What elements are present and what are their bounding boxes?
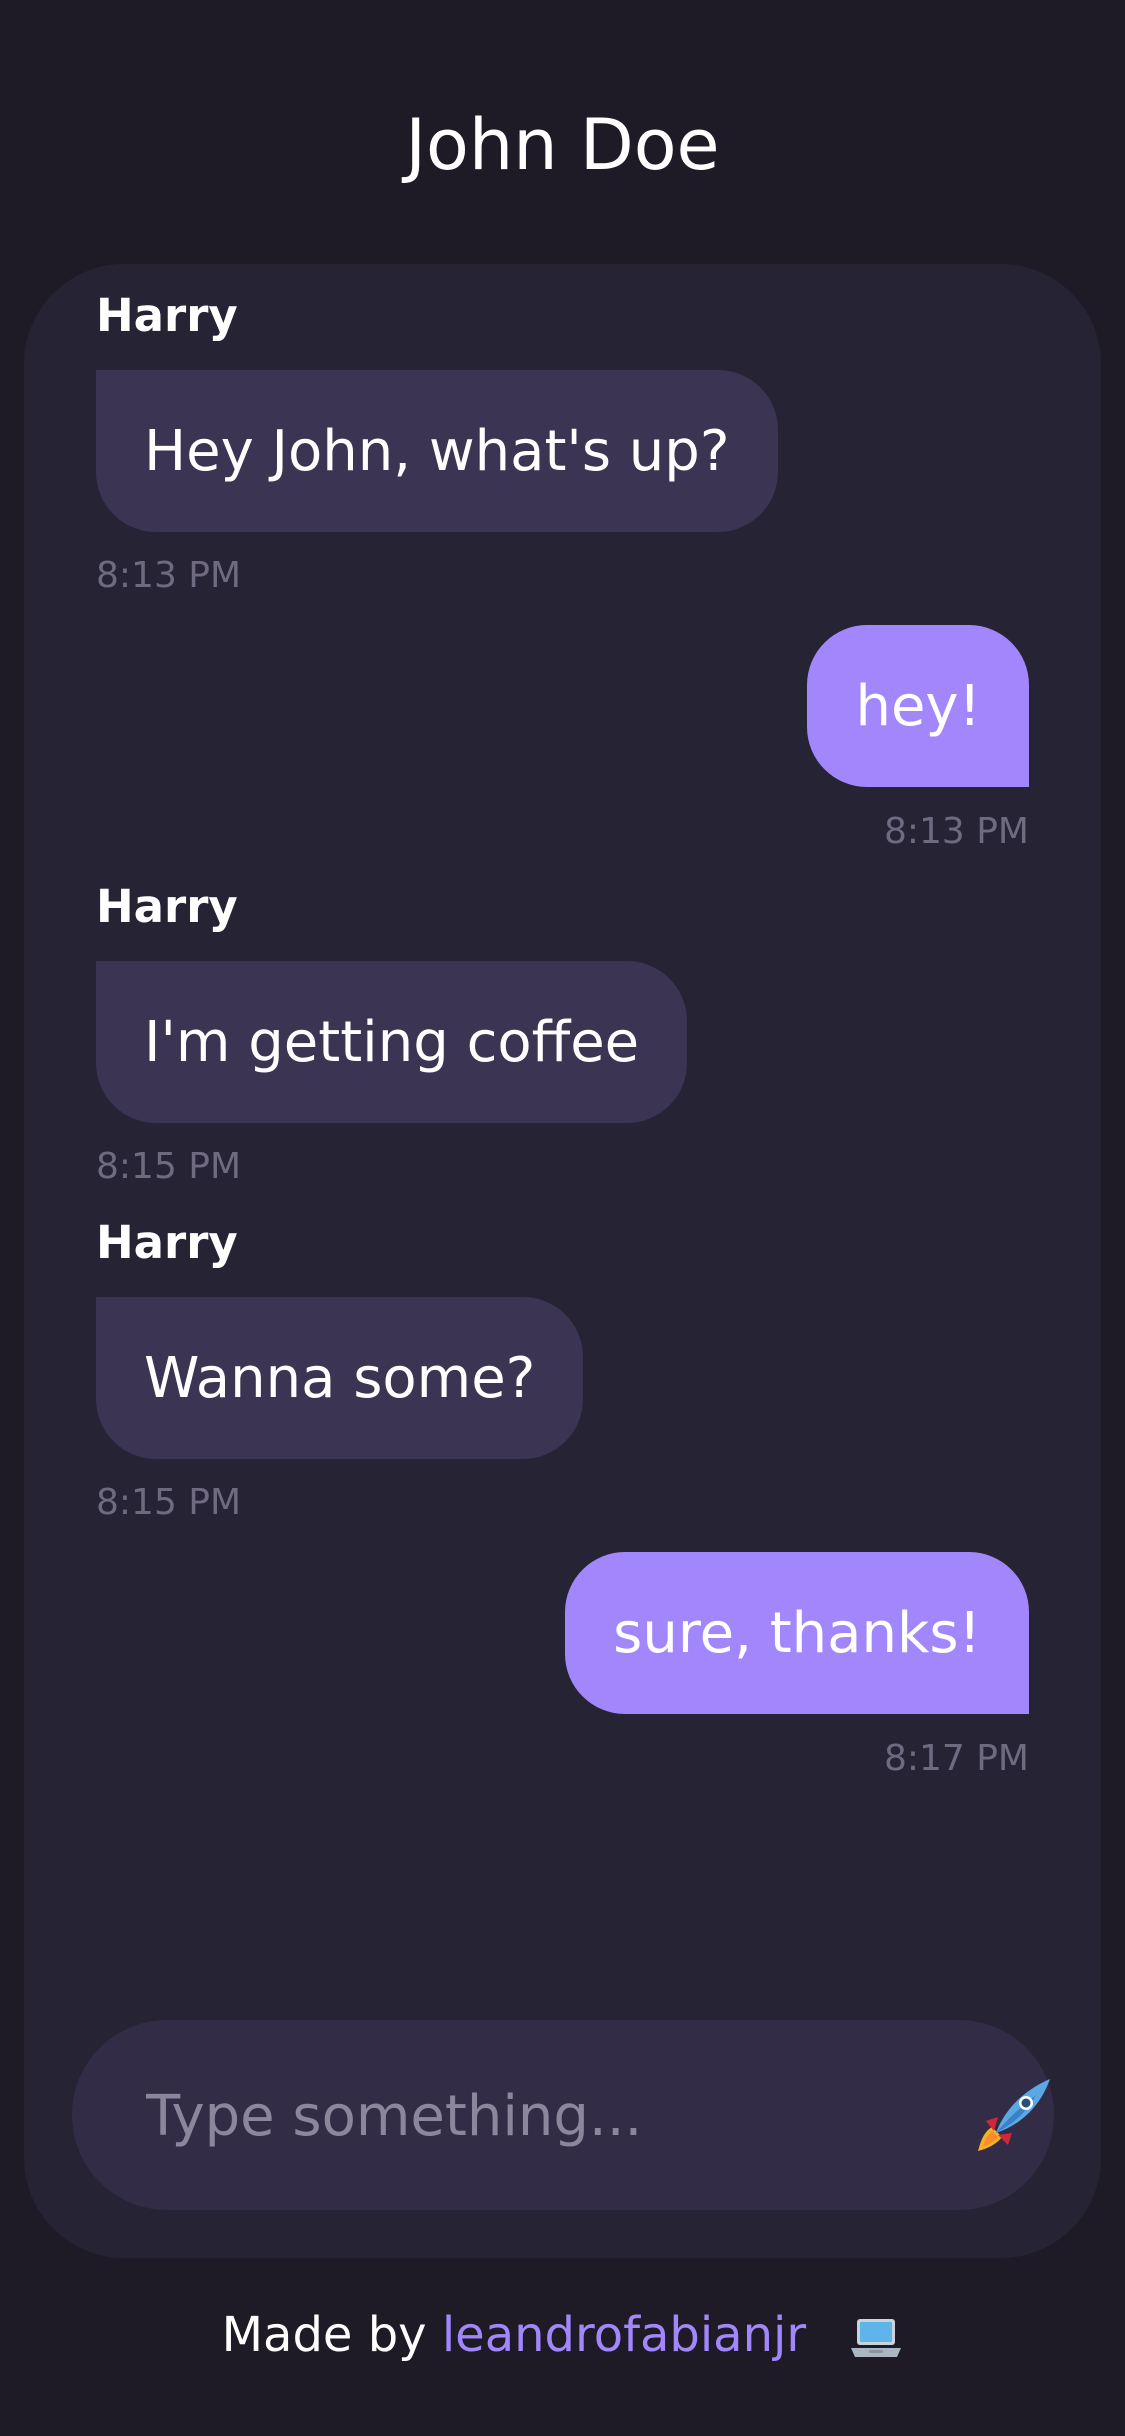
message-text: sure, thanks! — [613, 1600, 981, 1666]
incoming-message-bubble[interactable]: Wanna some? — [96, 1297, 584, 1459]
message-timestamp: 8:17 PM — [883, 1738, 1029, 1779]
incoming-message-bubble[interactable]: I'm getting coffee — [96, 961, 688, 1123]
chat-panel: Harry Hey John, what's up? 8:13 PM hey! … — [24, 264, 1101, 2258]
outgoing-message-bubble[interactable]: sure, thanks! — [565, 1552, 1029, 1714]
conversation-title: John Doe — [405, 104, 720, 186]
rocket-icon — [978, 2079, 1050, 2151]
footer: Made by leandrofabianjr — [0, 2305, 1125, 2365]
laptop-icon — [851, 2319, 902, 2357]
message-text: Wanna some? — [144, 1345, 536, 1411]
author-link[interactable]: leandrofabianjr — [442, 2307, 806, 2363]
message-composer — [72, 2020, 1054, 2212]
send-button[interactable] — [974, 2075, 1054, 2155]
incoming-message-bubble[interactable]: Hey John, what's up? — [96, 370, 778, 532]
message-sender: Harry — [96, 289, 238, 342]
outgoing-message-bubble[interactable]: hey! — [807, 625, 1029, 787]
message-timestamp: 8:15 PM — [96, 1146, 242, 1187]
message-text: hey! — [855, 673, 981, 739]
message-sender: Harry — [96, 1216, 238, 1269]
chat-screen: John Doe Harry Hey John, what's up? 8:13… — [0, 0, 1125, 2436]
message-timestamp: 8:13 PM — [883, 811, 1029, 852]
message-text: Hey John, what's up? — [144, 418, 730, 484]
message-text: I'm getting coffee — [144, 1009, 640, 1075]
message-timestamp: 8:13 PM — [96, 555, 242, 596]
message-sender: Harry — [96, 880, 238, 933]
message-timestamp: 8:15 PM — [96, 1482, 242, 1523]
footer-prefix: Made by — [221, 2307, 442, 2363]
message-input[interactable] — [144, 2020, 948, 2212]
